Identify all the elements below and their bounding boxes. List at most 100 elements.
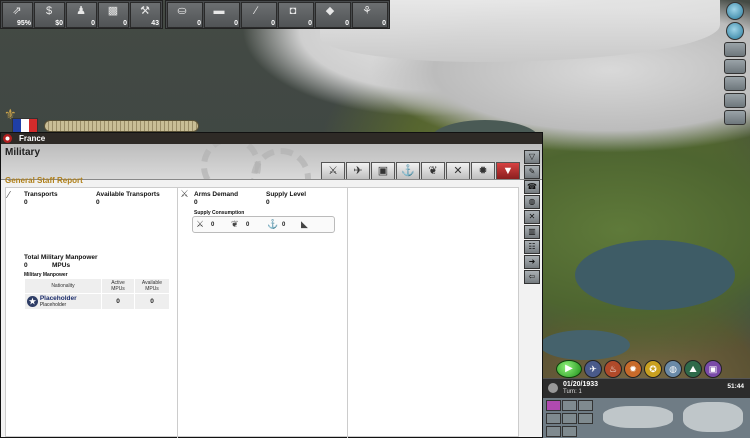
sea-region <box>575 240 735 310</box>
globe-view-button[interactable] <box>726 22 744 40</box>
command-buttons: ▶ ✈ ♨ ✹ ✪ ◍ ⛰ ▣ <box>556 360 722 378</box>
gear-decoration <box>251 148 311 179</box>
iron-icon: ⛀ <box>177 5 187 17</box>
manpower-table: Nationality Active MPUs Available MPUs ★… <box>24 278 170 310</box>
phone-icon[interactable]: ☎ <box>524 180 540 194</box>
tab-airforce[interactable]: ❦ <box>421 162 445 179</box>
table-header-row: Nationality Active MPUs Available MPUs <box>25 279 169 293</box>
tab-shield[interactable]: ▼ <box>496 162 520 179</box>
resource-value: 0 <box>271 20 275 27</box>
map-mode-button[interactable] <box>724 42 746 57</box>
minimap-land <box>683 402 743 432</box>
resource-money[interactable]: $ $0 <box>34 2 65 28</box>
map-mode-button[interactable] <box>724 76 746 91</box>
supply-value: 0 <box>282 222 286 228</box>
arrow-left-icon[interactable]: ⇦ <box>524 270 540 284</box>
flag-icon[interactable] <box>546 400 561 411</box>
minimap[interactable] <box>543 398 750 438</box>
rifle-icon: ⁄ <box>8 190 10 201</box>
table-header: Nationality <box>25 279 101 293</box>
total-manpower-value: 0 <box>24 262 28 269</box>
supply-level-label: Supply Level <box>266 191 307 198</box>
transports-label: Transports <box>24 191 58 198</box>
resource-supplies[interactable]: ▩ 0 <box>98 2 129 28</box>
military-tabs: ⚔ ✈ ▣ ⚓ ❦ ✕ ✹ ▼ <box>321 162 520 179</box>
military-header: Military ⚔ ✈ ▣ ⚓ ❦ ✕ ✹ ▼ <box>1 144 542 180</box>
military-panel: France Military ⚔ ✈ ▣ ⚓ ❦ ✕ ✹ ▼ General … <box>0 132 543 438</box>
factory-icon[interactable]: ▥ <box>524 225 540 239</box>
resource-manpower[interactable]: ♟ 0 <box>66 2 97 28</box>
tab-air[interactable]: ✈ <box>346 162 370 179</box>
unit-icon[interactable] <box>562 400 577 411</box>
crossed-swords-icon: ⚔ <box>196 219 205 229</box>
nationality-sub: Placeholder <box>39 301 67 308</box>
people-icon[interactable]: ☷ <box>524 240 540 254</box>
resource-group-goods: ⛀ 0 ▬ 0 ∕ 0 ◘ 0 ◆ 0 ⚘ 0 <box>165 0 390 29</box>
resource-steel[interactable]: ∕ 0 <box>241 2 277 28</box>
table-row[interactable]: ★ Placeholder Placeholder 0 0 <box>25 294 169 309</box>
section-title: General Staff Report <box>5 176 83 185</box>
resource-metal[interactable]: ▬ 0 <box>204 2 240 28</box>
supply-value: 0 <box>211 222 215 228</box>
table-header: Available MPUs <box>135 279 169 293</box>
map-mode-button[interactable] <box>724 93 746 108</box>
resource-value: 0 <box>345 20 349 27</box>
resource-value: 0 <box>197 20 201 27</box>
turn-label: Turn: 1 <box>563 389 582 395</box>
tab-army[interactable]: ⚔ <box>321 162 345 179</box>
nation-name: France <box>19 134 46 143</box>
globe-button[interactable] <box>726 2 744 20</box>
date-time-bar: 01/20/1933 Turn: 1 51:44 <box>543 378 750 398</box>
swords-icon[interactable]: ✕ <box>524 210 540 224</box>
total-manpower-label: Total Military Manpower <box>24 254 98 261</box>
supply-consumption-box: ⚔ 0 ❦ 0 ⚓ 0 ◣ <box>192 216 335 233</box>
arrow-right-icon[interactable]: ➜ <box>524 255 540 269</box>
resource-value: 0 <box>234 20 238 27</box>
tab-battle[interactable]: ✹ <box>471 162 495 179</box>
globe-icon[interactable]: ◍ <box>524 195 540 209</box>
map-mode-button[interactable] <box>724 110 746 125</box>
unit-icon[interactable] <box>546 426 561 437</box>
unit-icon[interactable] <box>578 400 593 411</box>
right-toolbar <box>722 2 748 127</box>
resource-chart[interactable]: ⇗ 95% <box>2 2 33 28</box>
box-icon[interactable]: ▣ <box>704 360 722 378</box>
tab-combat[interactable]: ✕ <box>446 162 470 179</box>
resource-value: 0 <box>91 20 95 27</box>
industry-icon: ⚒ <box>140 5 150 17</box>
play-button[interactable]: ▶ <box>556 360 582 378</box>
tab-navy[interactable]: ⚓ <box>396 162 420 179</box>
supply-level-value: 0 <box>266 199 270 206</box>
flame-icon[interactable]: ♨ <box>604 360 622 378</box>
wings-icon[interactable]: ✈ <box>584 360 602 378</box>
resource-rare[interactable]: ◘ 0 <box>278 2 314 28</box>
supply-column: ⚔ Arms Demand 0 Supply Level 0 Supply Co… <box>178 188 348 438</box>
total-manpower-unit: MPUs <box>52 262 71 269</box>
active-mpus-cell: 0 <box>102 294 134 309</box>
resource-food[interactable]: ⚘ 0 <box>352 2 388 28</box>
unit-icon[interactable] <box>578 413 593 424</box>
unit-icon[interactable] <box>546 413 561 424</box>
clock-label: 51:44 <box>727 383 744 390</box>
hills-icon[interactable]: ⛰ <box>684 360 702 378</box>
pen-icon[interactable]: ✎ <box>524 165 540 179</box>
resource-oil[interactable]: ◆ 0 <box>315 2 351 28</box>
arms-demand-label: Arms Demand <box>194 191 239 198</box>
resource-industry[interactable]: ⚒ 43 <box>130 2 161 28</box>
unit-icon[interactable] <box>562 426 577 437</box>
wings-icon: ❦ <box>231 219 239 229</box>
unit-icon[interactable] <box>562 413 577 424</box>
available-transports-value: 0 <box>96 199 100 206</box>
resource-value: 0 <box>382 20 386 27</box>
resource-iron[interactable]: ⛀ 0 <box>167 2 203 28</box>
tab-armor[interactable]: ▣ <box>371 162 395 179</box>
sea-region <box>540 330 630 360</box>
star-icon[interactable]: ✪ <box>644 360 662 378</box>
map-mode-button[interactable] <box>724 59 746 74</box>
collapse-icon[interactable]: ▽ <box>524 150 540 164</box>
globe-icon[interactable]: ◍ <box>664 360 682 378</box>
anchor-icon: ⚓ <box>267 219 279 229</box>
supply-value: 0 <box>246 222 250 228</box>
fire-icon[interactable]: ✹ <box>624 360 642 378</box>
roundel-icon <box>3 134 12 143</box>
